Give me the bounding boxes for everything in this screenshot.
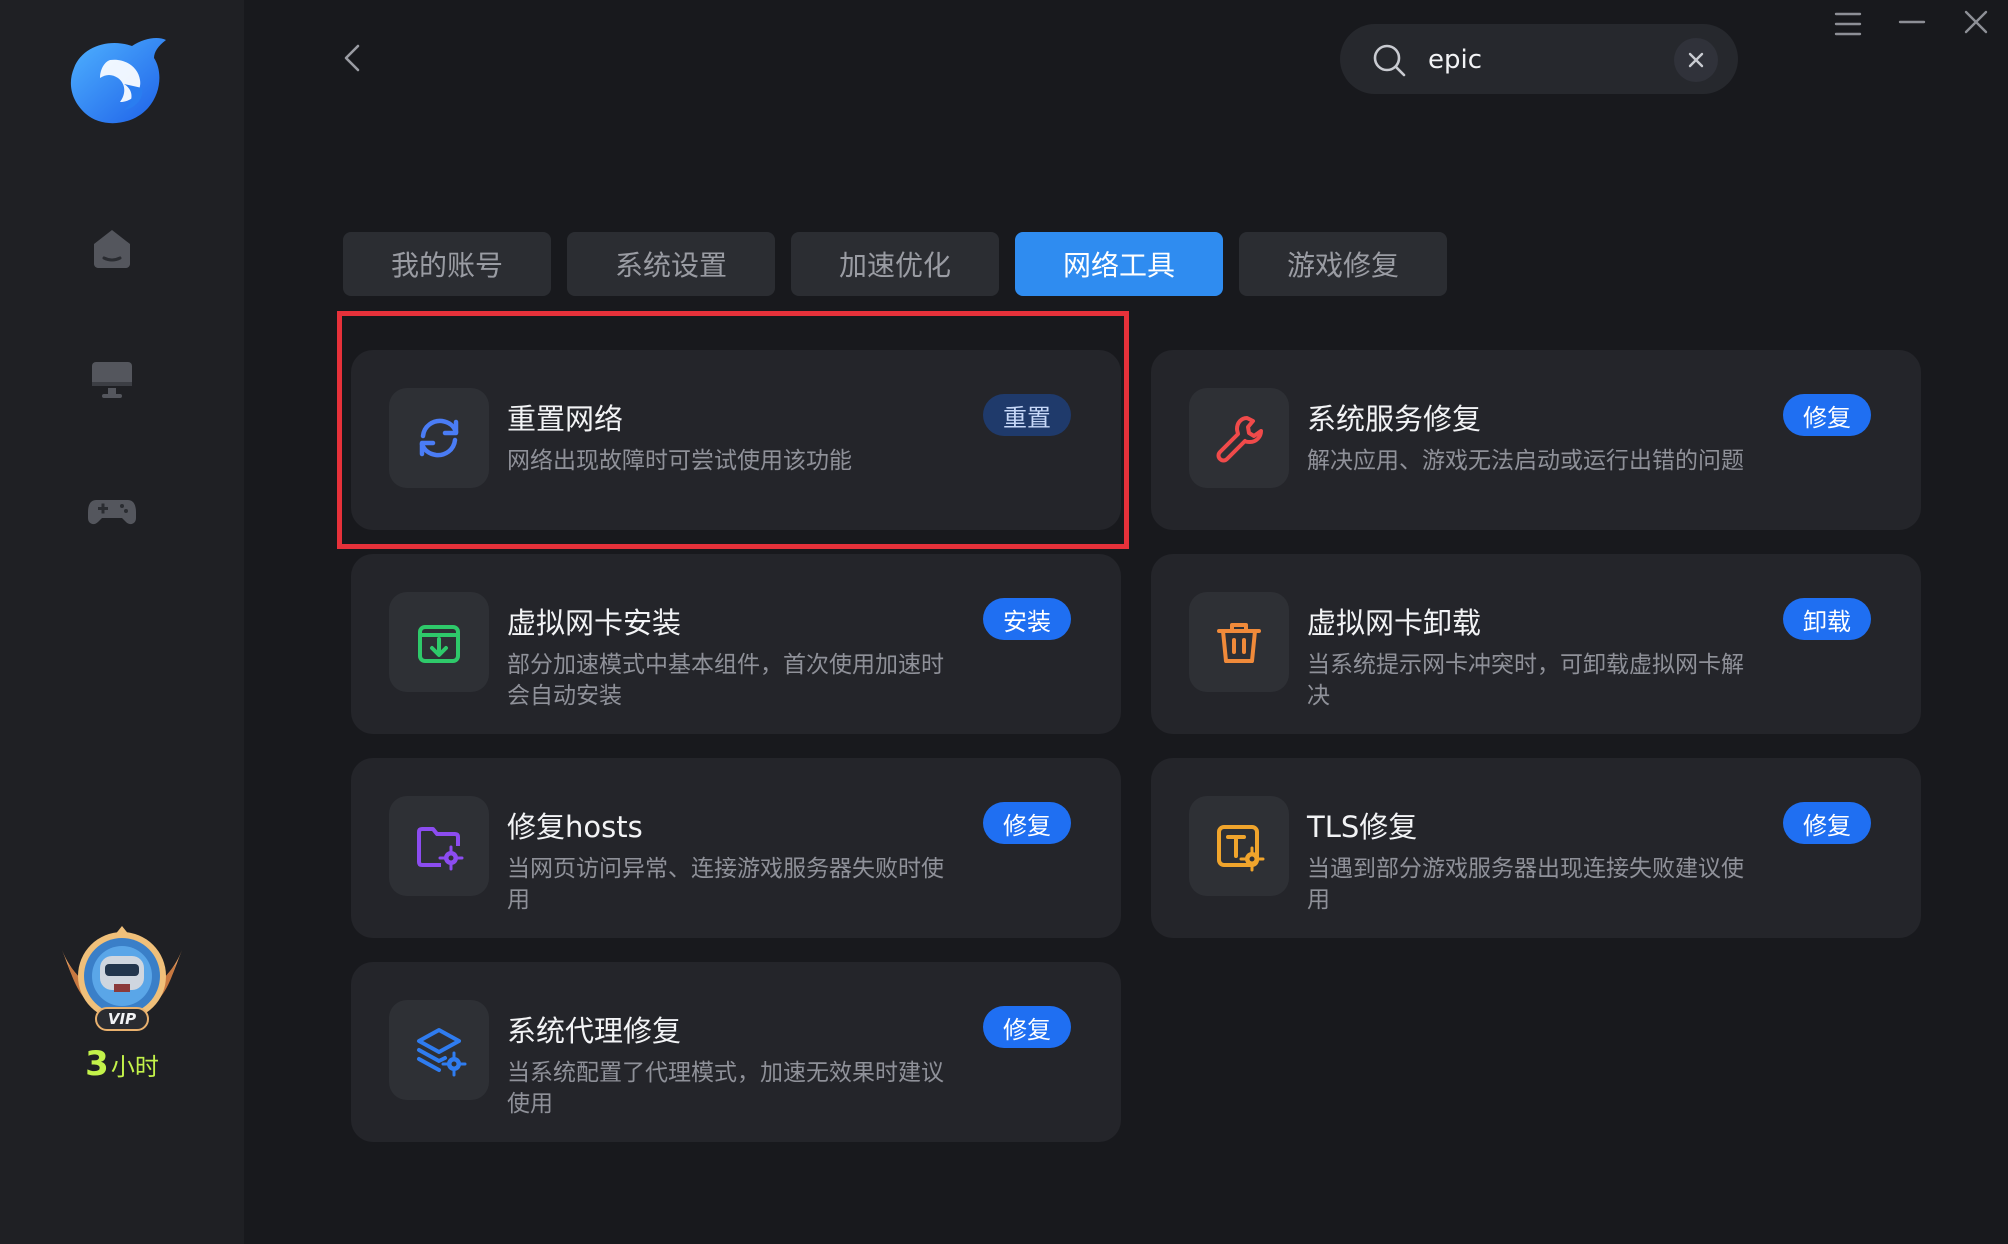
tool-description: 解决应用、游戏无法启动或运行出错的问题 — [1307, 448, 1744, 474]
search-input[interactable] — [1426, 38, 1670, 82]
tool-description: 当系统配置了代理模式，加速无效果时建议使用 — [507, 1060, 944, 1117]
repair-button[interactable]: 修复 — [983, 802, 1071, 844]
menu-icon[interactable] — [1828, 4, 1868, 44]
folder-gear-icon — [389, 796, 489, 896]
chevron-left-icon — [344, 44, 360, 72]
tool-card-repair-hosts: 修复hosts 当网页访问异常、连接游戏服务器失败时使用 修复 — [351, 758, 1121, 938]
tool-description: 当网页访问异常、连接游戏服务器失败时使用 — [507, 856, 944, 913]
repair-button[interactable]: 修复 — [1783, 802, 1871, 844]
tool-title: 修复hosts — [507, 810, 643, 844]
layers-gear-icon — [389, 1000, 489, 1100]
vip-status[interactable]: VIP 3小时 — [44, 920, 200, 1084]
vip-hours-number: 3 — [85, 1044, 109, 1084]
tool-title: TLS修复 — [1307, 810, 1418, 844]
tool-description: 当系统提示网卡冲突时，可卸载虚拟网卡解决 — [1307, 652, 1744, 709]
tool-title: 虚拟网卡卸载 — [1307, 606, 1482, 640]
reset-button[interactable]: 重置 — [983, 394, 1071, 436]
tool-card-system-service-repair: 系统服务修复 解决应用、游戏无法启动或运行出错的问题 修复 — [1151, 350, 1921, 530]
tool-title: 系统服务修复 — [1307, 402, 1482, 436]
repair-button[interactable]: 修复 — [983, 1006, 1071, 1048]
trash-icon — [1189, 592, 1289, 692]
tool-title: 系统代理修复 — [507, 1014, 682, 1048]
sidebar: VIP 3小时 — [0, 0, 244, 1244]
vip-badge-icon: VIP — [62, 926, 182, 1031]
tool-description: 部分加速模式中基本组件，首次使用加速时会自动安装 — [507, 652, 944, 709]
install-button[interactable]: 安装 — [983, 598, 1071, 640]
tool-card-tls-repair: TLS修复 当遇到部分游戏服务器出现连接失败建议使用 修复 — [1151, 758, 1921, 938]
vip-hours-unit: 小时 — [110, 1053, 159, 1081]
vip-hours: 3小时 — [44, 1044, 200, 1084]
tool-card-reset-network: 重置网络 网络出现故障时可尝试使用该功能 重置 — [351, 350, 1121, 530]
install-box-icon — [389, 592, 489, 692]
monitor-icon[interactable] — [84, 350, 140, 406]
repair-button[interactable]: 修复 — [1783, 394, 1871, 436]
clear-search-button[interactable] — [1674, 38, 1718, 82]
tls-gear-icon — [1189, 796, 1289, 896]
gamepad-icon[interactable] — [84, 482, 140, 538]
tool-title: 重置网络 — [507, 402, 624, 436]
tool-description: 当遇到部分游戏服务器出现连接失败建议使用 — [1307, 856, 1744, 913]
clear-icon — [1688, 52, 1704, 68]
tool-card-virtual-nic-install: 虚拟网卡安装 部分加速模式中基本组件，首次使用加速时会自动安装 安装 — [351, 554, 1121, 734]
tab-system-settings[interactable]: 系统设置 — [567, 232, 775, 296]
uninstall-button[interactable]: 卸载 — [1783, 598, 1871, 640]
tool-description: 网络出现故障时可尝试使用该功能 — [507, 448, 852, 474]
vip-label: VIP — [108, 1010, 136, 1028]
refresh-icon — [389, 388, 489, 488]
tool-card-system-proxy-repair: 系统代理修复 当系统配置了代理模式，加速无效果时建议使用 修复 — [351, 962, 1121, 1142]
tool-card-virtual-nic-uninstall: 虚拟网卡卸载 当系统提示网卡冲突时，可卸载虚拟网卡解决 卸载 — [1151, 554, 1921, 734]
search-box — [1340, 24, 1738, 94]
tab-acceleration[interactable]: 加速优化 — [791, 232, 999, 296]
tab-game-repair[interactable]: 游戏修复 — [1239, 232, 1447, 296]
wrench-icon — [1189, 388, 1289, 488]
close-icon[interactable] — [1956, 4, 1996, 44]
tool-title: 虚拟网卡安装 — [507, 606, 682, 640]
tab-my-account[interactable]: 我的账号 — [343, 232, 551, 296]
back-button[interactable] — [334, 38, 374, 78]
app-logo[interactable] — [62, 30, 172, 130]
minimize-icon[interactable] — [1892, 4, 1932, 44]
app-window: VIP 3小时 我的账号 系统设置 加速优化 网络工具 游戏修复 — [0, 0, 2008, 1244]
tab-network-tools[interactable]: 网络工具 — [1015, 232, 1223, 296]
search-icon — [1373, 44, 1406, 77]
home-icon[interactable] — [84, 220, 140, 276]
